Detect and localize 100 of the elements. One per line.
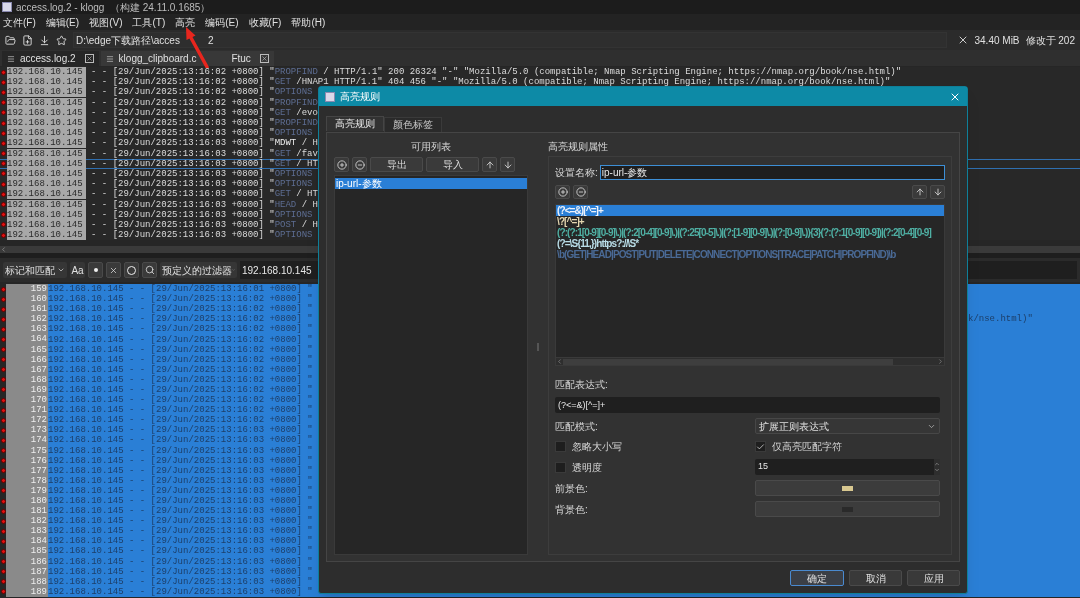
menu-item[interactable]: 工具(T) xyxy=(132,14,166,30)
opacity-spinbox[interactable]: 15 xyxy=(755,459,940,475)
move-up-button[interactable] xyxy=(482,157,497,172)
name-field[interactable]: ip-url-参数 xyxy=(599,165,945,180)
remove-button[interactable] xyxy=(573,185,588,199)
line-number: 179 xyxy=(6,485,48,496)
log-text: - - [29/Jun/2025:13:16:03 +0800] " xyxy=(90,168,275,179)
add-button[interactable] xyxy=(555,185,570,199)
menu-item[interactable]: 收藏(F) xyxy=(248,14,282,30)
line-number: 177 xyxy=(6,465,48,476)
mode-dropdown[interactable]: 扩展正则表达式 xyxy=(755,418,940,434)
pattern-text: (?<=&)[^=]+ xyxy=(557,205,603,216)
match-case-button[interactable]: Aa xyxy=(70,262,85,278)
ip-address: 192.168.10.145 xyxy=(7,189,86,200)
regex-button[interactable] xyxy=(88,262,103,278)
move-down-button[interactable] xyxy=(500,157,515,172)
field-label: 背景色: xyxy=(555,502,589,517)
line-number: 163 xyxy=(6,324,48,335)
lines-icon xyxy=(7,54,15,63)
remove-button[interactable] xyxy=(352,157,367,172)
checkbox[interactable] xyxy=(755,441,766,452)
log-text: 192.168.10.145 - - [29/Jun/2025:13:16:03 +0800] " xyxy=(48,465,314,476)
rule-item[interactable]: ip-url-参数 xyxy=(335,178,527,189)
chevron-left-icon[interactable] xyxy=(0,246,7,253)
line-number: 182 xyxy=(6,516,48,527)
menu-item[interactable]: 视图(V) xyxy=(89,14,123,30)
log-text: 192.168.10.145 - - [29/Jun/2025:13:16:03 +0800] " xyxy=(48,506,314,517)
log-text: 192.168.10.145 - - [29/Jun/2025:13:16:02 +0800] " xyxy=(48,364,314,375)
close-icon[interactable] xyxy=(259,54,269,63)
move-down-button[interactable] xyxy=(930,185,945,199)
ip-address: 192.168.10.145 xyxy=(7,128,86,139)
log-text: 192.168.10.145 - - [29/Jun/2025:13:16:03 +0800] " xyxy=(48,485,314,496)
ip-address: 192.168.10.145 xyxy=(7,209,86,220)
line-number: 184 xyxy=(6,536,48,547)
log-text: 192.168.10.145 - - [29/Jun/2025:13:16:03 +0800] " xyxy=(48,536,314,547)
filter-dropdown[interactable]: 预定义的过滤器 xyxy=(160,262,237,278)
field-label: 匹配模式: xyxy=(555,419,599,434)
pattern-text: (?=\S{11,})https?://\S* xyxy=(557,238,639,249)
folder-icon[interactable] xyxy=(5,34,16,46)
menu-item[interactable]: 文件(F) xyxy=(3,14,36,30)
dialog-button[interactable]: 应用 xyxy=(907,570,960,586)
request-method: OPTIONS xyxy=(274,87,313,98)
pattern-item[interactable]: \?[^=]+ xyxy=(556,216,944,227)
log-text: 192.168.10.145 - - [29/Jun/2025:13:16:02 +0800] " xyxy=(48,405,314,416)
log-text: / HT xyxy=(295,189,318,200)
expression-field[interactable]: (?<=&)[^=]+ xyxy=(555,397,940,413)
path-field[interactable]: D:\edge下载路径\acces 2 xyxy=(73,32,947,48)
file-tab[interactable]: access.log.2 xyxy=(2,51,99,66)
line-number: 164 xyxy=(6,334,48,345)
log-text: - - [29/Jun/2025:13:16:03 +0800] " xyxy=(90,138,275,149)
log-text: 192.168.10.145 - - [29/Jun/2025:13:16:02 +0800] " xyxy=(48,314,314,325)
line-number: 162 xyxy=(6,314,48,325)
boolean-button[interactable] xyxy=(124,262,139,278)
pattern-item[interactable]: (?<=&)[^=]+ xyxy=(556,205,944,216)
background-color-button[interactable] xyxy=(755,501,940,517)
menu-item[interactable]: 帮助(H) xyxy=(291,14,326,30)
log-text: - - [29/Jun/2025:13:16:03 +0800] " xyxy=(90,189,275,200)
line-number: 166 xyxy=(6,354,48,365)
log-text: 192.168.10.145 - - [29/Jun/2025:13:16:03 +0800] " xyxy=(48,435,314,446)
tab[interactable]: 高亮规则 xyxy=(326,116,384,131)
dialog-button[interactable]: 确定 xyxy=(790,570,844,586)
log-text: - - [29/Jun/2025:13:16:03 +0800] " xyxy=(90,219,275,230)
menu-item[interactable]: 编辑(E) xyxy=(45,14,80,30)
line-number: 159 xyxy=(6,284,48,295)
splitter-handle[interactable] xyxy=(537,343,539,351)
request-method: GET xyxy=(274,77,291,88)
dialog-button[interactable]: 取消 xyxy=(849,570,902,586)
log-text: 192.168.10.145 - - [29/Jun/2025:13:16:02 +0800] " xyxy=(48,344,314,355)
search-button[interactable] xyxy=(142,262,157,278)
inverse-button[interactable] xyxy=(106,262,121,278)
checkbox[interactable] xyxy=(555,441,566,452)
arrow-down-icon xyxy=(932,187,943,197)
file-size: 34.40 MiB xyxy=(974,33,1020,48)
tab[interactable]: 颜色标签 xyxy=(384,117,442,132)
ip-address: 192.168.10.145 xyxy=(7,138,86,149)
add-button[interactable] xyxy=(334,157,349,172)
foreground-color-button[interactable] xyxy=(755,480,940,496)
log-text: - - [29/Jun/2025:13:16:03 +0800] " xyxy=(90,199,275,210)
menu-item[interactable]: 编码(E) xyxy=(205,14,239,30)
import-button[interactable]: 导入 xyxy=(426,157,479,172)
arrow-up-icon xyxy=(484,159,495,170)
line-number: 165 xyxy=(6,344,48,355)
ip-address: 192.168.10.145 xyxy=(7,107,86,118)
file-tab[interactable]: klogg_clipboard.c Ftuc xyxy=(100,51,274,66)
file-plus-icon[interactable] xyxy=(22,34,33,46)
log-text: / H xyxy=(300,138,318,149)
line-number: 170 xyxy=(6,395,48,406)
log-text: 192.168.10.145 - - [29/Jun/2025:13:16:02 +0800] " xyxy=(48,324,314,335)
checkbox[interactable] xyxy=(555,461,566,473)
search-icon xyxy=(144,265,155,275)
mode-dropdown[interactable]: 标记和匹配 xyxy=(3,262,67,278)
pattern-item[interactable]: (?=\S{11,})https?://\S* xyxy=(556,238,944,249)
close-icon[interactable] xyxy=(84,54,94,63)
ip-address: 192.168.10.145 xyxy=(7,97,86,108)
menu-item[interactable]: 高亮 xyxy=(175,14,196,30)
star-icon[interactable] xyxy=(56,34,67,46)
export-button[interactable]: 导出 xyxy=(370,157,423,172)
move-up-button[interactable] xyxy=(912,185,927,199)
pattern-text: \?[^=]+ xyxy=(557,216,584,227)
log-text: 192.168.10.145 - - [29/Jun/2025:13:16:03 +0800] " xyxy=(48,516,314,527)
